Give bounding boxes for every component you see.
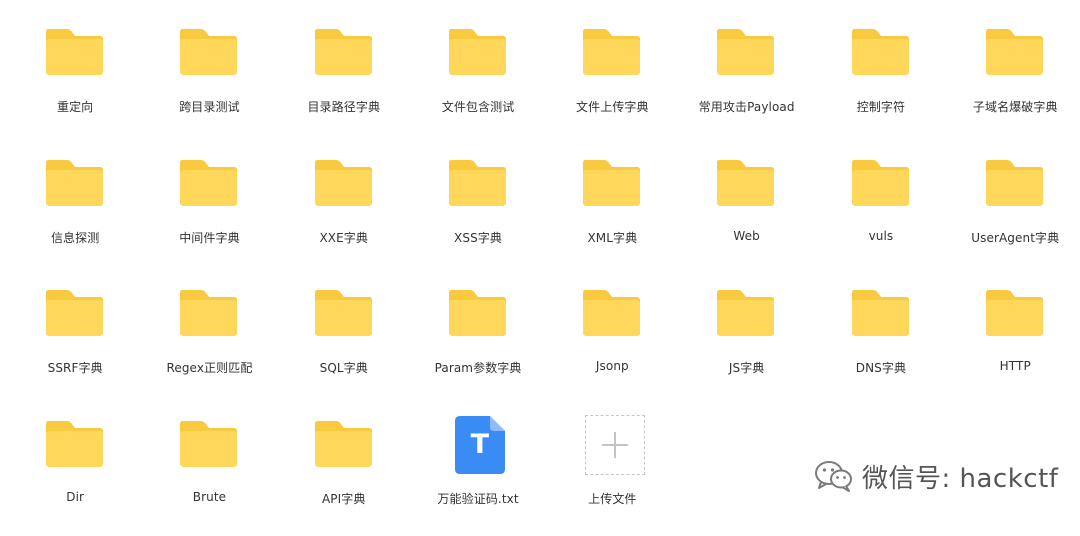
folder-icon — [851, 288, 910, 338]
item-label: API字典 — [277, 490, 411, 507]
item-label: XXE字典 — [277, 229, 411, 246]
folder-icon — [985, 288, 1044, 338]
folder-item[interactable]: Jsonp — [545, 275, 679, 406]
folder-item[interactable]: SQL字典 — [277, 275, 411, 406]
item-label: 常用攻击Payload — [679, 98, 813, 115]
folder-item[interactable]: HTTP — [948, 275, 1080, 406]
folder-item[interactable]: Dir — [8, 406, 142, 536]
folder-item[interactable]: 文件上传字典 — [545, 14, 679, 145]
item-label: Param参数字典 — [411, 359, 545, 376]
folder-icon — [448, 288, 507, 338]
watermark: 微信号: hackctf — [814, 458, 1058, 494]
folder-item[interactable]: 重定向 — [8, 14, 142, 145]
folder-icon — [179, 158, 238, 208]
item-label: SQL字典 — [277, 359, 411, 376]
item-label: Jsonp — [545, 359, 679, 373]
item-label: Web — [679, 229, 813, 243]
folder-icon — [716, 158, 775, 208]
folder-icon — [179, 419, 238, 469]
folder-icon — [314, 419, 373, 469]
folder-icon — [851, 27, 910, 77]
item-label: 跨目录测试 — [142, 98, 276, 115]
folder-icon — [314, 288, 373, 338]
folder-item[interactable]: Brute — [142, 406, 276, 536]
item-label: UserAgent字典 — [948, 229, 1080, 246]
item-label: HTTP — [948, 359, 1080, 373]
file-item[interactable]: T 万能验证码.txt — [411, 406, 545, 536]
folder-item[interactable]: 中间件字典 — [142, 145, 276, 276]
item-label: 上传文件 — [545, 490, 679, 507]
folder-item[interactable]: 控制字符 — [814, 14, 948, 145]
item-label: vuls — [814, 229, 948, 243]
item-label: XML字典 — [545, 229, 679, 246]
folder-item[interactable]: Regex正则匹配 — [142, 275, 276, 406]
folder-icon — [716, 288, 775, 338]
item-label: SSRF字典 — [8, 359, 142, 376]
item-label: 文件上传字典 — [545, 98, 679, 115]
item-label: Dir — [8, 490, 142, 504]
folder-icon — [45, 158, 104, 208]
folder-item[interactable]: 跨目录测试 — [142, 14, 276, 145]
upload-plus-icon[interactable] — [585, 415, 645, 475]
folder-icon — [582, 288, 641, 338]
folder-icon — [179, 27, 238, 77]
folder-item[interactable]: XXE字典 — [277, 145, 411, 276]
folder-item[interactable]: 信息探测 — [8, 145, 142, 276]
folder-item[interactable]: XSS字典 — [411, 145, 545, 276]
folder-item[interactable]: UserAgent字典 — [948, 145, 1080, 276]
item-label: JS字典 — [679, 359, 813, 376]
folder-icon — [851, 158, 910, 208]
item-label: XSS字典 — [411, 229, 545, 246]
folder-icon — [314, 158, 373, 208]
folder-icon — [582, 27, 641, 77]
wechat-icon — [814, 459, 854, 493]
folder-item[interactable]: 文件包含测试 — [411, 14, 545, 145]
item-label: 信息探测 — [8, 229, 142, 246]
item-label: 文件包含测试 — [411, 98, 545, 115]
folder-item[interactable]: vuls — [814, 145, 948, 276]
folder-item[interactable]: Param参数字典 — [411, 275, 545, 406]
item-label: 目录路径字典 — [277, 98, 411, 115]
folder-icon — [45, 419, 104, 469]
folder-icon — [448, 158, 507, 208]
item-label: Brute — [142, 490, 276, 504]
folder-icon — [582, 158, 641, 208]
item-label: 子域名爆破字典 — [948, 98, 1080, 115]
folder-icon — [314, 27, 373, 77]
folder-item[interactable]: XML字典 — [545, 145, 679, 276]
upload-button[interactable]: 上传文件 — [545, 406, 679, 536]
txt-file-icon: T — [454, 415, 506, 475]
item-label: 万能验证码.txt — [411, 490, 545, 507]
txt-file-icon-letter: T — [454, 429, 506, 460]
folder-icon — [179, 288, 238, 338]
item-label: 中间件字典 — [142, 229, 276, 246]
folder-item[interactable]: DNS字典 — [814, 275, 948, 406]
item-label: Regex正则匹配 — [142, 359, 276, 376]
folder-item[interactable]: JS字典 — [679, 275, 813, 406]
folder-icon — [45, 288, 104, 338]
folder-icon — [716, 27, 775, 77]
folder-item[interactable]: SSRF字典 — [8, 275, 142, 406]
folder-icon — [448, 27, 507, 77]
folder-item[interactable]: 常用攻击Payload — [679, 14, 813, 145]
folder-icon — [985, 27, 1044, 77]
item-label: DNS字典 — [814, 359, 948, 376]
folder-item[interactable]: 子域名爆破字典 — [948, 14, 1080, 145]
folder-item[interactable]: 目录路径字典 — [277, 14, 411, 145]
folder-item[interactable]: Web — [679, 145, 813, 276]
item-label: 重定向 — [8, 98, 142, 115]
folder-icon — [985, 158, 1044, 208]
watermark-text: 微信号: hackctf — [862, 458, 1058, 495]
item-label: 控制字符 — [814, 98, 948, 115]
folder-icon — [45, 27, 104, 77]
folder-item[interactable]: API字典 — [277, 406, 411, 536]
